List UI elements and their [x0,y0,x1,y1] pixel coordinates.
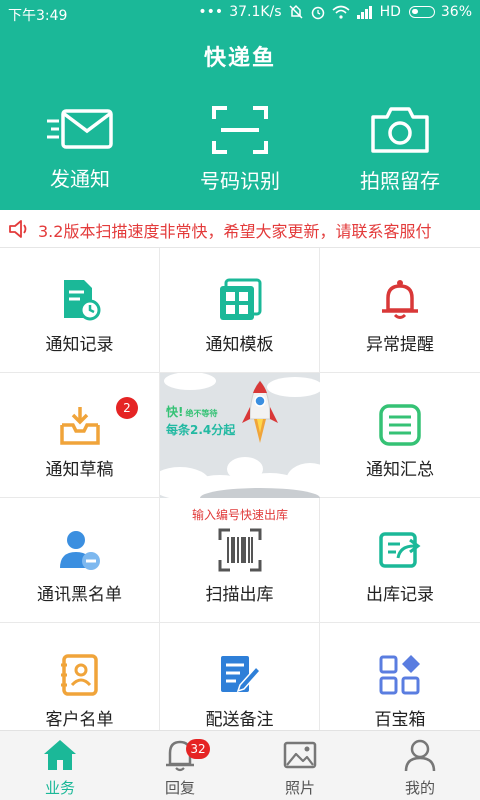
envelope-icon [47,109,113,149]
picture-icon [283,741,317,769]
template-grid-icon [219,278,261,320]
bell-icon [382,280,418,319]
status-dots: ••• [198,4,224,20]
mute-icon [289,4,303,19]
tab-label: 回复 [164,779,195,797]
quick-action-label: 发通知 [50,167,110,191]
status-battery: 36% [440,4,472,20]
document-clock-icon [63,280,100,321]
banner-price-text: 每条2.4分起 [166,423,236,437]
grid-item-label: 百宝箱 [374,710,426,730]
user-blocked-icon [59,531,100,570]
quick-actions: 发通知 号码识别 拍照留存 [0,105,480,205]
list-summary-icon [379,404,421,446]
app-header: 下午3:49 ••• 37.1K/s HD 36% 快递鱼 发通知 号码识别 拍… [0,0,480,210]
reply-count-badge: 32 [186,739,210,759]
barcode-icon [218,528,261,572]
status-time: 下午3:49 [8,8,68,24]
quick-action-send-notice[interactable]: 发通知 [5,105,155,200]
feature-grid: 通知记录 通知模板 异常提醒 2 通知草稿 快! 绝不等待 每条2.4分起 通知… [0,248,480,748]
camera-icon [371,107,429,153]
status-speed: 37.1K/s [229,4,282,20]
scan-frame-icon [212,106,268,154]
tab-reply[interactable]: 32 回复 [120,731,240,800]
app-title: 快递鱼 [203,46,276,71]
quick-action-label: 号码识别 [200,169,280,193]
tab-business[interactable]: 业务 [0,731,120,800]
grid-item-blacklist[interactable]: 通讯黑名单 [0,498,160,623]
grid-item-label: 通知模板 [205,335,274,355]
banner-fast-label: 快! [166,405,184,419]
export-record-icon [379,532,421,568]
person-icon [404,739,436,772]
grid-item-notice-templates[interactable]: 通知模板 [160,248,320,373]
notice-bar[interactable]: 3.2版本扫描速度非常快，希望大家更新，请联系客服付 [0,210,480,248]
scan-outbound-hint: 输入编号快速出库 [191,508,288,522]
bottom-tab-bar: 业务 32 回复 照片 我的 [0,730,480,800]
tab-photos[interactable]: 照片 [240,731,360,800]
quick-action-number-recognition[interactable]: 号码识别 [165,105,315,200]
alarm-icon [311,6,324,20]
draft-count-badge: 2 [116,397,138,419]
wifi-icon [332,5,350,19]
tab-label: 我的 [404,779,435,797]
tab-mine[interactable]: 我的 [360,731,480,800]
grid-item-notice-drafts[interactable]: 2 通知草稿 [0,373,160,498]
signal-icon [356,6,372,19]
promo-banner[interactable]: 快! 绝不等待 每条2.4分起 [160,373,320,498]
banner-fast-text: 快! 绝不等待 [166,403,217,420]
grid-item-label: 通知记录 [45,335,114,355]
toolbox-blocks-icon [379,655,420,695]
tab-label: 照片 [284,779,315,797]
status-network: HD [379,4,401,20]
status-right: ••• 37.1K/s HD 36% [198,4,472,20]
grid-item-label: 出库记录 [366,585,434,605]
grid-item-outbound-records[interactable]: 出库记录 [320,498,480,623]
grid-item-label: 通知草稿 [45,460,114,480]
grid-item-label: 通知汇总 [366,460,434,480]
tab-label: 业务 [44,779,75,797]
status-bar: 下午3:49 ••• 37.1K/s HD 36% [0,0,480,28]
banner-fast-sub: 绝不等待 [185,409,218,418]
grid-item-label: 客户名单 [45,710,114,730]
notice-text: 3.2版本扫描速度非常快，希望大家更新，请联系客服付 [38,222,432,241]
grid-item-label: 扫描出库 [205,585,274,605]
battery-icon [408,6,435,18]
grid-item-notice-records[interactable]: 通知记录 [0,248,160,373]
grid-item-label: 配送备注 [205,710,274,730]
quick-action-photo-keep[interactable]: 拍照留存 [325,105,475,200]
note-pen-icon [220,656,261,693]
inbox-tray-icon [59,407,100,445]
grid-item-notice-summary[interactable]: 通知汇总 [320,373,480,498]
quick-action-label: 拍照留存 [360,169,440,193]
grid-item-label: 异常提醒 [366,335,434,355]
speaker-icon [9,220,27,238]
contacts-book-icon [60,654,98,696]
grid-item-exception-alerts[interactable]: 异常提醒 [320,248,480,373]
home-icon [44,740,76,770]
grid-item-label: 通讯黑名单 [37,585,122,605]
